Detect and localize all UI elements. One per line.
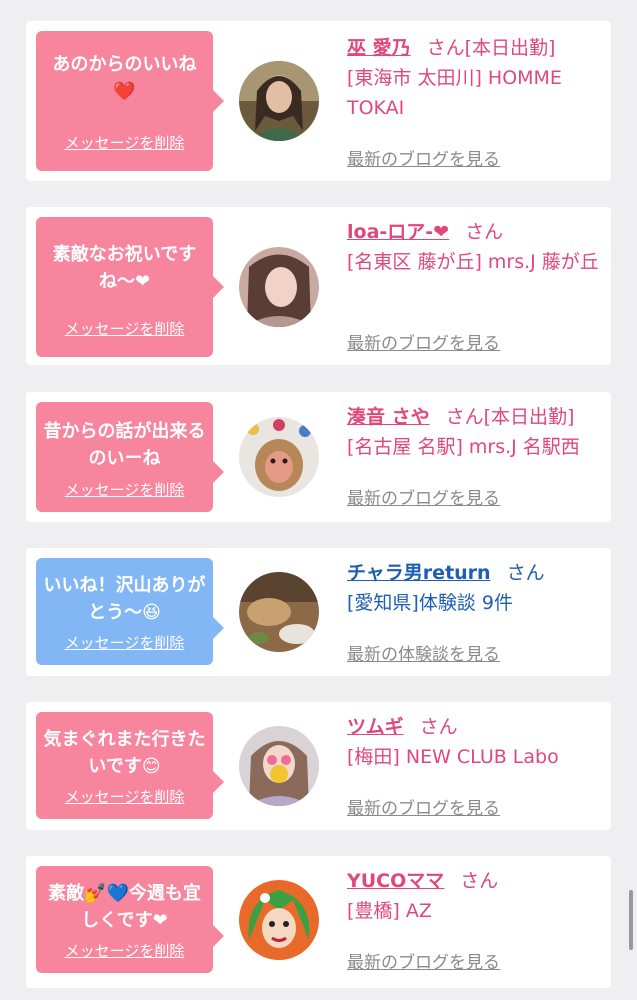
delete-message-link[interactable]: メッセージを削除 — [36, 940, 213, 961]
honorific: さん — [460, 870, 499, 892]
honorific: さん — [445, 406, 484, 428]
user-name-link[interactable]: 湊音 さや — [347, 406, 430, 428]
honorific: さん — [426, 37, 465, 59]
shop-info: [名古屋 名駅] mrs.J 名駅西 — [347, 436, 580, 458]
grin-emoji-icon: 😆 — [142, 602, 161, 623]
avatar-photo-icon — [239, 417, 319, 497]
list-item: いいね！沢山ありがとう〜😆 メッセージを削除 チャラ男return さん [愛知県… — [26, 548, 611, 676]
avatar[interactable] — [239, 61, 319, 141]
user-info: チャラ男return さん [愛知県]体験談 9件 — [347, 558, 601, 618]
blog-link[interactable]: 最新のブログを見る — [347, 145, 500, 170]
message-text: 素敵💅💙今週も宜しくです❤ — [48, 883, 201, 931]
avatar[interactable] — [239, 572, 319, 652]
message-text: 素敵なお祝いですね〜❤ — [52, 244, 197, 292]
smile-emoji-icon: 😊 — [141, 756, 161, 777]
message-bubble: 素敵💅💙今週も宜しくです❤ メッセージを削除 — [36, 866, 224, 973]
shop-info: [愛知県]体験談 9件 — [347, 592, 513, 614]
delete-message-link[interactable]: メッセージを削除 — [36, 479, 213, 500]
user-name-link[interactable]: ツムギ — [347, 716, 404, 738]
scrollbar[interactable] — [629, 890, 633, 950]
user-info: ツムギ さん [梅田] NEW CLUB Labo — [347, 712, 601, 772]
honorific: さん — [419, 716, 458, 738]
work-status: [本日出勤] — [483, 406, 575, 428]
avatar-photo-icon — [239, 572, 319, 652]
avatar[interactable] — [239, 247, 319, 327]
list-item: 素敵💅💙今週も宜しくです❤ メッセージを削除 YUCOママ さん [豊橋] AZ … — [26, 856, 611, 988]
message-bubble: 素敵なお祝いですね〜❤ メッセージを削除 — [36, 217, 224, 357]
message-bubble: 昔からの話が出来るのいーね メッセージを削除 — [36, 402, 224, 512]
user-name-link[interactable]: YUCOママ — [347, 870, 444, 892]
message-text: いいね！沢山ありがとう〜😆 — [43, 575, 206, 623]
delete-message-link[interactable]: メッセージを削除 — [36, 786, 213, 807]
user-info: loa-ロア-❤ さん [名東区 藤が丘] mrs.J 藤が丘 — [347, 217, 601, 277]
delete-message-link[interactable]: メッセージを削除 — [36, 318, 213, 339]
shop-info: [名東区 藤が丘] mrs.J 藤が丘 — [347, 251, 599, 273]
blog-link[interactable]: 最新のブログを見る — [347, 329, 500, 354]
shop-info: [東海市 太田川] HOMME TOKAI — [347, 67, 562, 119]
honorific: さん — [506, 562, 545, 584]
list-item: 昔からの話が出来るのいーね メッセージを削除 湊音 さや さん[本日出勤] [名古… — [26, 392, 611, 522]
avatar-illustration-icon — [239, 880, 319, 960]
avatar-photo-icon — [239, 726, 319, 806]
work-status: [本日出勤] — [464, 37, 556, 59]
avatar[interactable] — [239, 726, 319, 806]
message-bubble: いいね！沢山ありがとう〜😆 メッセージを削除 — [36, 558, 224, 665]
heart-emoji-icon: ❤️ — [113, 81, 136, 102]
list-item: 素敵なお祝いですね〜❤ メッセージを削除 loa-ロア-❤ さん [名東区 藤が丘… — [26, 207, 611, 365]
user-name-link[interactable]: loa-ロア-❤ — [347, 221, 449, 243]
user-info: 湊音 さや さん[本日出勤] [名古屋 名駅] mrs.J 名駅西 — [347, 402, 601, 462]
blog-link[interactable]: 最新のブログを見る — [347, 948, 500, 973]
avatar-photo-icon — [239, 247, 319, 327]
message-bubble: あのからのいいね ❤️ メッセージを削除 — [36, 31, 224, 171]
delete-message-link[interactable]: メッセージを削除 — [36, 632, 213, 653]
blog-link[interactable]: 最新のブログを見る — [347, 794, 500, 819]
message-text: 昔からの話が出来るのいーね — [43, 421, 206, 469]
shop-info: [梅田] NEW CLUB Labo — [347, 746, 559, 768]
message-text: あのからのいいね ❤️ — [52, 54, 197, 102]
avatar[interactable] — [239, 880, 319, 960]
list-item: 気まぐれまた行きたいです😊 メッセージを削除 ツムギ さん [梅田] NEW CL… — [26, 702, 611, 830]
delete-message-link[interactable]: メッセージを削除 — [36, 132, 213, 153]
message-text: 気まぐれまた行きたいです😊 — [43, 729, 206, 777]
avatar[interactable] — [239, 417, 319, 497]
review-link[interactable]: 最新の体験談を見る — [347, 640, 500, 665]
shop-info: [豊橋] AZ — [347, 900, 432, 922]
blog-link[interactable]: 最新のブログを見る — [347, 484, 500, 509]
user-name-link[interactable]: 巫 愛乃 — [347, 37, 411, 59]
user-info: YUCOママ さん [豊橋] AZ — [347, 866, 601, 926]
message-bubble: 気まぐれまた行きたいです😊 メッセージを削除 — [36, 712, 224, 819]
list-item: あのからのいいね ❤️ メッセージを削除 巫 愛乃 さん[本日出勤] [東海市 太… — [26, 21, 611, 181]
user-info: 巫 愛乃 さん[本日出勤] [東海市 太田川] HOMME TOKAI — [347, 33, 601, 123]
avatar-photo-icon — [239, 61, 319, 141]
user-name-link[interactable]: チャラ男return — [347, 562, 491, 584]
honorific: さん — [465, 221, 504, 243]
